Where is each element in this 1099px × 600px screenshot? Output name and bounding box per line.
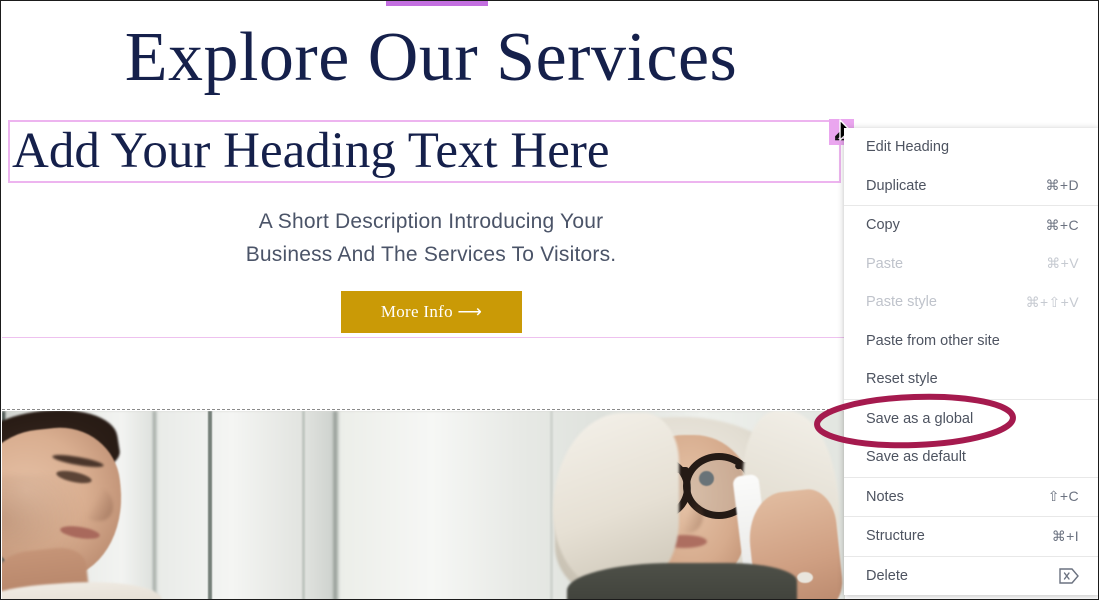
- menu-item-label: Edit Heading: [866, 139, 950, 156]
- section-divider-rule: [2, 337, 860, 338]
- menu-item-label: Duplicate: [866, 177, 927, 194]
- window-mullion: [208, 411, 212, 599]
- menu-item-save-as-default[interactable]: Save as default: [844, 438, 1098, 477]
- page-title: Explore Our Services: [124, 19, 738, 96]
- menu-item-label: Copy: [866, 217, 900, 234]
- menu-item-reset-style[interactable]: Reset style: [844, 360, 1098, 399]
- menu-item-shortcut: ⌘+V: [1046, 255, 1079, 272]
- window-mullion: [302, 411, 305, 599]
- menu-group: Delete: [844, 555, 1098, 596]
- menu-item-delete[interactable]: Delete: [844, 557, 1098, 596]
- menu-item-label: Save as default: [866, 449, 966, 466]
- hero-image[interactable]: [2, 411, 845, 599]
- menu-item-duplicate[interactable]: Duplicate ⌘+D: [844, 167, 1098, 206]
- description-line-2: Business And The Services To Visitors.: [245, 243, 617, 266]
- menu-item-shortcut: ⌘+C: [1045, 216, 1079, 233]
- description-line-1: A Short Description Introducing Your: [258, 210, 604, 233]
- menu-item-label: Paste style: [866, 294, 937, 311]
- context-menu[interactable]: Edit Heading Duplicate ⌘+D Copy ⌘+C Past…: [844, 128, 1098, 596]
- menu-item-label: Paste: [866, 255, 904, 272]
- section-description: A Short Description Introducing Your Bus…: [2, 205, 860, 271]
- menu-group: Structure ⌘+I: [844, 516, 1098, 556]
- editor-screenshot: Explore Our Services Add Your Heading Te…: [0, 0, 1099, 600]
- delete-key-icon: [1059, 568, 1079, 584]
- top-section-indicator-strip: [386, 1, 488, 6]
- menu-item-label: Paste from other site: [866, 332, 1000, 349]
- menu-item-label: Reset style: [866, 371, 938, 388]
- menu-item-notes[interactable]: Notes ⇧+C: [844, 478, 1098, 517]
- menu-item-paste-from-other-site[interactable]: Paste from other site: [844, 322, 1098, 361]
- menu-item-label: Structure: [866, 528, 925, 545]
- menu-item-label: Delete: [866, 567, 908, 584]
- menu-group: Notes ⇧+C: [844, 476, 1098, 517]
- menu-item-edit-heading[interactable]: Edit Heading: [844, 128, 1098, 167]
- menu-item-label: Save as a global: [866, 410, 974, 427]
- menu-item-save-as-a-global[interactable]: Save as a global: [844, 400, 1098, 439]
- person-right-on-phone: [547, 411, 845, 599]
- menu-item-label: Notes: [866, 488, 904, 505]
- menu-item-paste: Paste ⌘+V: [844, 245, 1098, 284]
- menu-item-copy[interactable]: Copy ⌘+C: [844, 206, 1098, 245]
- menu-group: Save as a global Save as default: [844, 398, 1098, 477]
- menu-item-paste-style: Paste style ⌘+⇧+V: [844, 283, 1098, 322]
- menu-group: Edit Heading Duplicate ⌘+D: [844, 128, 1098, 206]
- heading-text: Add Your Heading Text Here: [12, 123, 610, 179]
- menu-item-shortcut: ⌘+⇧+V: [1025, 293, 1079, 310]
- menu-item-shortcut: ⌘+D: [1045, 177, 1079, 194]
- selected-heading-block[interactable]: Add Your Heading Text Here: [8, 120, 841, 183]
- menu-group: Copy ⌘+C Paste ⌘+V Paste style ⌘+⇧+V Pas…: [844, 205, 1098, 399]
- image-block-dashed-outline: [2, 409, 860, 410]
- menu-item-shortcut: ⇧+C: [1047, 488, 1079, 505]
- more-info-button[interactable]: More Info ⟶: [341, 291, 522, 333]
- menu-item-structure[interactable]: Structure ⌘+I: [844, 517, 1098, 556]
- menu-item-shortcut: ⌘+I: [1051, 527, 1079, 544]
- person-left: [2, 411, 165, 599]
